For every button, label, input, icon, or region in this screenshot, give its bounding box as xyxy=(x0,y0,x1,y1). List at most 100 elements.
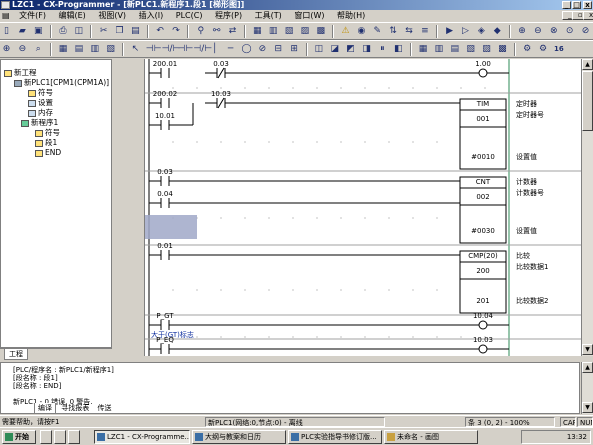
coil-address[interactable]: 10.03 xyxy=(473,336,493,344)
scroll-down-button[interactable]: ▼ xyxy=(582,344,593,355)
online-icon[interactable]: ⇅ xyxy=(388,25,399,38)
new-pt-icon[interactable]: ⊞ xyxy=(289,43,300,56)
scroll-up-button[interactable]: ▲ xyxy=(582,59,593,70)
diff-monitor-icon[interactable]: ◪ xyxy=(329,43,340,56)
menu-program[interactable]: 程序(P) xyxy=(210,10,247,22)
tree-root[interactable]: 新工程 xyxy=(4,68,37,77)
force-on-icon[interactable]: ⊕ xyxy=(517,25,528,38)
menu-plc[interactable]: PLC(C) xyxy=(171,10,208,22)
block-comment[interactable]: 比较数据2 xyxy=(516,296,548,305)
doc-icon[interactable]: ▤ xyxy=(0,10,12,22)
select-icon[interactable]: ↖ xyxy=(130,43,141,56)
task-cx-programmer[interactable]: LZC1 - CX-Programme... xyxy=(94,430,190,444)
block-operand[interactable]: 002 xyxy=(476,193,489,201)
tree-memory[interactable]: 内存 xyxy=(28,108,53,117)
mode-run-icon[interactable]: ◆ xyxy=(492,25,503,38)
quicklaunch-desktop-icon[interactable] xyxy=(54,430,66,444)
close-button[interactable]: x xyxy=(583,1,592,9)
tab-find-report[interactable]: 寻找报表 xyxy=(58,403,92,413)
coil-address[interactable]: 1.00 xyxy=(475,60,491,68)
block-comment[interactable]: 计数器号 xyxy=(516,188,544,197)
online-edit-icon[interactable]: ✎ xyxy=(372,25,383,38)
ladder-diagram[interactable]: 33200.010.031.0066200.0210.0310.01TIM001… xyxy=(113,59,593,360)
contact-address[interactable]: 0.03 xyxy=(157,168,173,176)
copy-icon[interactable]: ❐ xyxy=(114,25,125,38)
trigger-icon[interactable]: ◧ xyxy=(393,43,404,56)
force-off-icon[interactable]: ⊖ xyxy=(532,25,543,38)
block-comment[interactable]: 设置值 xyxy=(516,152,537,161)
block-comment[interactable]: 设置值 xyxy=(516,226,537,235)
tree-section[interactable]: 段1 xyxy=(35,138,57,147)
zoom-fit-icon[interactable]: ⌕ xyxy=(33,43,44,56)
tree-end[interactable]: END xyxy=(35,148,61,157)
zoom-level-icon[interactable]: 16 xyxy=(553,43,564,56)
contact-nc-slash[interactable] xyxy=(217,67,225,79)
tree-program[interactable]: 新程序1 xyxy=(21,118,58,127)
compile-icon[interactable]: ⚙ xyxy=(522,43,533,56)
contact-address[interactable]: 10.03 xyxy=(211,90,231,98)
save-icon[interactable]: ▣ xyxy=(33,25,44,38)
print-icon[interactable]: ⎙ xyxy=(58,25,69,38)
block-name[interactable]: CMP(20) xyxy=(468,252,498,260)
address-window-icon[interactable]: ▨ xyxy=(299,25,310,38)
warning-icon[interactable]: ⚠ xyxy=(340,25,351,38)
task-plc-manual[interactable]: PLC实验指导书修订版... xyxy=(288,430,382,444)
compile-all-icon[interactable]: ⚙ xyxy=(538,43,549,56)
contact-address[interactable]: 0.03 xyxy=(213,60,229,68)
contact-address[interactable]: 0.04 xyxy=(157,190,173,198)
task-outline[interactable]: 大纲与教案和日历 xyxy=(192,430,286,444)
new-contact-icon[interactable]: ⊣⊢ xyxy=(146,43,162,56)
tree-settings[interactable]: 设置 xyxy=(28,98,53,107)
transfer-icon[interactable]: ⇆ xyxy=(404,25,415,38)
watch-window-icon[interactable]: ▧ xyxy=(284,25,295,38)
minimize-button[interactable]: _ xyxy=(562,1,571,9)
view-memory-icon[interactable]: ▩ xyxy=(497,43,508,56)
reset-icon[interactable]: ⊘ xyxy=(580,25,591,38)
block-operand[interactable]: 201 xyxy=(476,297,489,305)
output-scroll-up[interactable]: ▲ xyxy=(582,362,593,373)
block-comment[interactable]: 比较数据1 xyxy=(516,262,548,271)
block-comment[interactable]: 比较 xyxy=(516,251,530,260)
quicklaunch-ie-icon[interactable] xyxy=(40,430,52,444)
show-comments-icon[interactable]: ▤ xyxy=(73,43,84,56)
menu-insert[interactable]: 插入(I) xyxy=(134,10,169,22)
contact-address[interactable]: 0.01 xyxy=(157,242,173,250)
block-operand[interactable]: 001 xyxy=(476,115,489,123)
tree-symbols[interactable]: 符号 xyxy=(28,88,53,97)
cut-icon[interactable]: ✂ xyxy=(98,25,109,38)
block-comment[interactable]: 计数器 xyxy=(516,177,537,186)
tab-compile[interactable]: 编译 xyxy=(34,403,56,414)
new-vertical-icon[interactable]: │ xyxy=(209,43,220,56)
block-comment[interactable]: 定时器号 xyxy=(516,110,544,119)
zoom-out-icon[interactable]: ⊖ xyxy=(17,43,28,56)
block-operand[interactable]: #0030 xyxy=(471,227,495,235)
menu-window[interactable]: 窗口(W) xyxy=(289,10,329,22)
view-mnemonic-icon[interactable]: ▥ xyxy=(433,43,444,56)
mode-debug-icon[interactable]: ▷ xyxy=(460,25,471,38)
force-cancel-icon[interactable]: ⊗ xyxy=(548,25,559,38)
rung-comments-icon[interactable]: ▥ xyxy=(89,43,100,56)
ladder-editor[interactable]: 33200.010.031.0066200.0210.0310.01TIM001… xyxy=(113,59,593,360)
compare-icon[interactable]: ≡ xyxy=(419,25,430,38)
tree-plc[interactable]: 新PLC1[CPM1(CPM1A)] xyxy=(14,78,109,87)
monitor-ladder-icon[interactable]: ◫ xyxy=(313,43,324,56)
menu-help[interactable]: 帮助(H) xyxy=(332,10,370,22)
output-scrollbar[interactable]: ▲ ▼ xyxy=(581,362,593,414)
new-instruction-icon[interactable]: ⊟ xyxy=(273,43,284,56)
quicklaunch-media-icon[interactable] xyxy=(68,430,80,444)
contact-nc-slash[interactable] xyxy=(217,97,225,109)
mode-monitor-icon[interactable]: ◈ xyxy=(476,25,487,38)
doc-close-button[interactable]: x xyxy=(583,11,593,20)
contact-address[interactable]: 200.02 xyxy=(153,90,178,98)
new-icon[interactable]: ▯ xyxy=(1,25,12,38)
block-operand[interactable]: 200 xyxy=(476,267,489,275)
data-trace-icon[interactable]: ◩ xyxy=(345,43,356,56)
output-window-icon[interactable]: ▥ xyxy=(268,25,279,38)
block-operand[interactable]: #0010 xyxy=(471,153,495,161)
start-button[interactable]: 开始 xyxy=(2,430,36,444)
menu-file[interactable]: 文件(F) xyxy=(14,10,51,22)
output-coil[interactable] xyxy=(478,320,488,330)
view-ladder-icon[interactable]: ▦ xyxy=(418,43,429,56)
output-coil[interactable] xyxy=(478,68,488,78)
new-closed-contact-icon[interactable]: ⊣/⊢ xyxy=(162,43,181,56)
